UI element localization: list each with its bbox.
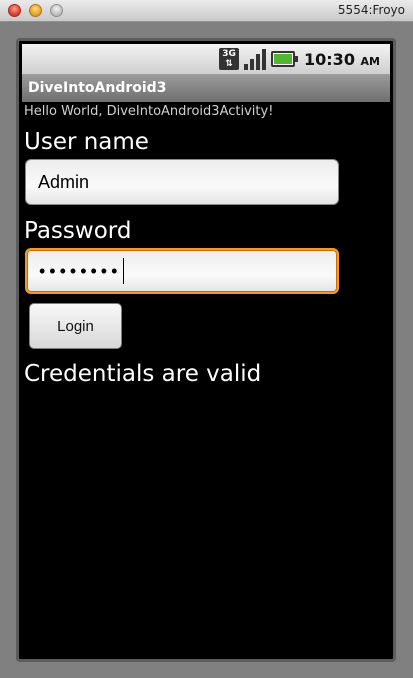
password-input[interactable]: •••••••• <box>25 248 339 294</box>
maximize-icon[interactable] <box>50 4 63 17</box>
status-bar: 3G ⇅ 10:30 AM <box>22 44 390 74</box>
status-icons: 3G ⇅ 10:30 AM <box>219 47 380 71</box>
battery-level <box>274 54 293 64</box>
time-value: 10:30 <box>304 49 355 69</box>
text-caret <box>123 258 125 284</box>
password-value: •••••••• <box>39 260 122 281</box>
time-ampm: AM <box>360 54 380 68</box>
result-message: Credentials are valid <box>24 361 262 387</box>
app-title-bar: DiveIntoAndroid3 <box>22 74 390 102</box>
username-label: User name <box>24 129 149 155</box>
network-label: 3G <box>222 49 236 59</box>
username-input[interactable]: Admin <box>25 159 339 205</box>
login-button[interactable]: Login <box>29 303 122 349</box>
main-content: Hello World, DiveIntoAndroid3Activity! U… <box>23 102 389 659</box>
status-time: 10:30 AM <box>304 50 380 69</box>
password-label: Password <box>24 218 132 244</box>
minimize-icon[interactable] <box>29 4 42 17</box>
3g-icon: 3G ⇅ <box>219 48 240 70</box>
signal-icon <box>244 48 267 70</box>
window-titlebar: 5554:Froyo <box>0 0 413 22</box>
close-icon[interactable] <box>8 4 21 17</box>
username-value: Admin <box>38 171 90 192</box>
window-title: 5554:Froyo <box>337 3 405 17</box>
emulator-frame: 3G ⇅ 10:30 AM DiveIntoAndroid3 Hello Worl… <box>0 22 413 678</box>
battery-icon <box>271 51 299 67</box>
device-screen: 3G ⇅ 10:30 AM DiveIntoAndroid3 Hello Worl… <box>16 38 396 662</box>
app-title: DiveIntoAndroid3 <box>28 80 167 96</box>
greeting-text: Hello World, DiveIntoAndroid3Activity! <box>24 104 274 119</box>
